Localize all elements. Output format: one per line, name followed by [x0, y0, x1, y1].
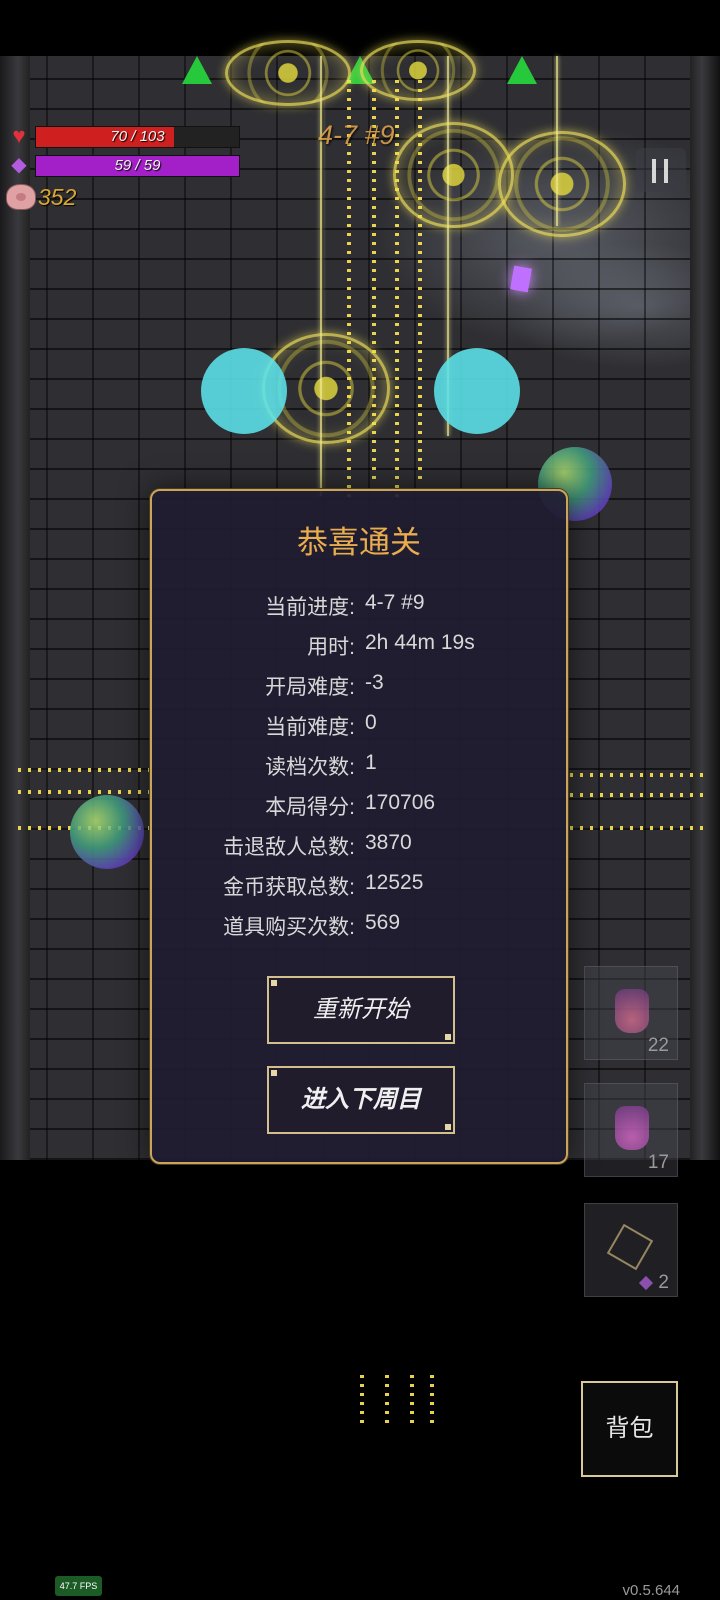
- stat-row: 当前进度: 4-7 #9: [152, 591, 566, 621]
- stat-value: -3: [365, 671, 384, 694]
- next-cycle-button[interactable]: 进入下周目: [267, 1066, 455, 1134]
- stat-value: 3870: [365, 831, 412, 854]
- stat-label: 读档次数:: [265, 756, 355, 779]
- rune-circle: [225, 40, 351, 106]
- stat-row: 金币获取总数: 12525: [152, 871, 566, 901]
- mana-bar: 59 / 59: [35, 155, 240, 177]
- stat-row: 用时: 2h 44m 19s: [152, 631, 566, 661]
- right-wall: [690, 56, 720, 1160]
- energy-orb: [434, 348, 520, 434]
- bullet-stream: [360, 1375, 364, 1425]
- stat-value: 569: [365, 911, 401, 934]
- bullet-stream: [395, 80, 399, 500]
- stat-value: 1: [365, 751, 377, 774]
- bullet-stream: [18, 790, 153, 794]
- energy-orb: [201, 348, 287, 434]
- rune-circle: [498, 131, 626, 237]
- stat-label: 用时:: [307, 636, 355, 659]
- light-beam: [556, 56, 558, 226]
- bullet-stream: [570, 826, 705, 830]
- stat-label: 当前进度:: [265, 596, 355, 619]
- left-wall: [0, 56, 30, 1160]
- hp-text: 70 / 103: [110, 128, 165, 145]
- bullet-stream: [18, 768, 153, 772]
- bullet-stream: [430, 1375, 434, 1425]
- enemy-bubble: [70, 795, 144, 869]
- level-indicator: 4-7 #9: [318, 120, 395, 150]
- heart-icon: ♥: [12, 123, 26, 148]
- pause-icon: [652, 159, 656, 183]
- stat-label: 当前难度:: [265, 716, 355, 739]
- enemy-marker-icon: [507, 56, 537, 84]
- bullet-stream: [418, 80, 422, 480]
- hp-bar: 70 / 103: [35, 126, 240, 148]
- stat-row: 道具购买次数: 569: [152, 911, 566, 941]
- status-bar-area: [0, 0, 720, 56]
- stat-row: 击退敌人总数: 3870: [152, 831, 566, 861]
- item-count: 2: [658, 1272, 669, 1293]
- item-count: 22: [647, 1035, 669, 1056]
- bullet-stream: [410, 1375, 414, 1425]
- stat-label: 本局得分:: [265, 796, 355, 819]
- stat-value: 12525: [365, 871, 424, 894]
- rune-circle: [393, 122, 514, 228]
- pause-icon: [664, 159, 668, 183]
- stat-label: 金币获取总数:: [223, 876, 355, 899]
- stat-value: 0: [365, 711, 377, 734]
- stat-label: 道具购买次数:: [223, 916, 355, 939]
- potion-icon: [615, 1106, 649, 1150]
- stat-row: 本局得分: 170706: [152, 791, 566, 821]
- stat-value: 2h 44m 19s: [365, 631, 475, 654]
- item-count: 17: [647, 1152, 669, 1173]
- stat-row: 当前难度: 0: [152, 711, 566, 741]
- enemy-marker-icon: [182, 56, 212, 84]
- pig-icon: [6, 184, 36, 210]
- stat-label: 开局难度:: [265, 676, 355, 699]
- backpack-button[interactable]: 背包: [581, 1381, 678, 1477]
- stat-row: 开局难度: -3: [152, 671, 566, 701]
- fps-counter: 47.7 FPS: [55, 1576, 102, 1596]
- item-slot-1[interactable]: 22: [584, 966, 678, 1060]
- coin-count: 352: [38, 184, 77, 210]
- restart-button[interactable]: 重新开始: [267, 976, 455, 1044]
- bullet-stream: [570, 793, 705, 797]
- bullet-stream: [385, 1375, 389, 1425]
- version-label: v0.5.644: [622, 1582, 680, 1599]
- mana-text: 59 / 59: [114, 157, 161, 174]
- gem-icon: [638, 1275, 654, 1291]
- stat-value: 170706: [365, 791, 436, 814]
- pause-button[interactable]: [636, 148, 686, 192]
- stage-clear-dialog: 恭喜通关 当前进度: 4-7 #9 用时: 2h 44m 19s 开局难度: -…: [150, 489, 568, 1164]
- item-slot-2[interactable]: 17: [584, 1083, 678, 1177]
- stat-label: 击退敌人总数:: [223, 836, 355, 859]
- gem-icon: ◆: [11, 154, 27, 176]
- crystal-icon: [606, 1223, 654, 1271]
- item-slot-3[interactable]: 2: [584, 1203, 678, 1297]
- stat-row: 读档次数: 1: [152, 751, 566, 781]
- stat-value: 4-7 #9: [365, 591, 425, 614]
- dialog-title: 恭喜通关: [297, 525, 421, 560]
- bullet-stream: [570, 773, 705, 777]
- potion-icon: [615, 989, 649, 1033]
